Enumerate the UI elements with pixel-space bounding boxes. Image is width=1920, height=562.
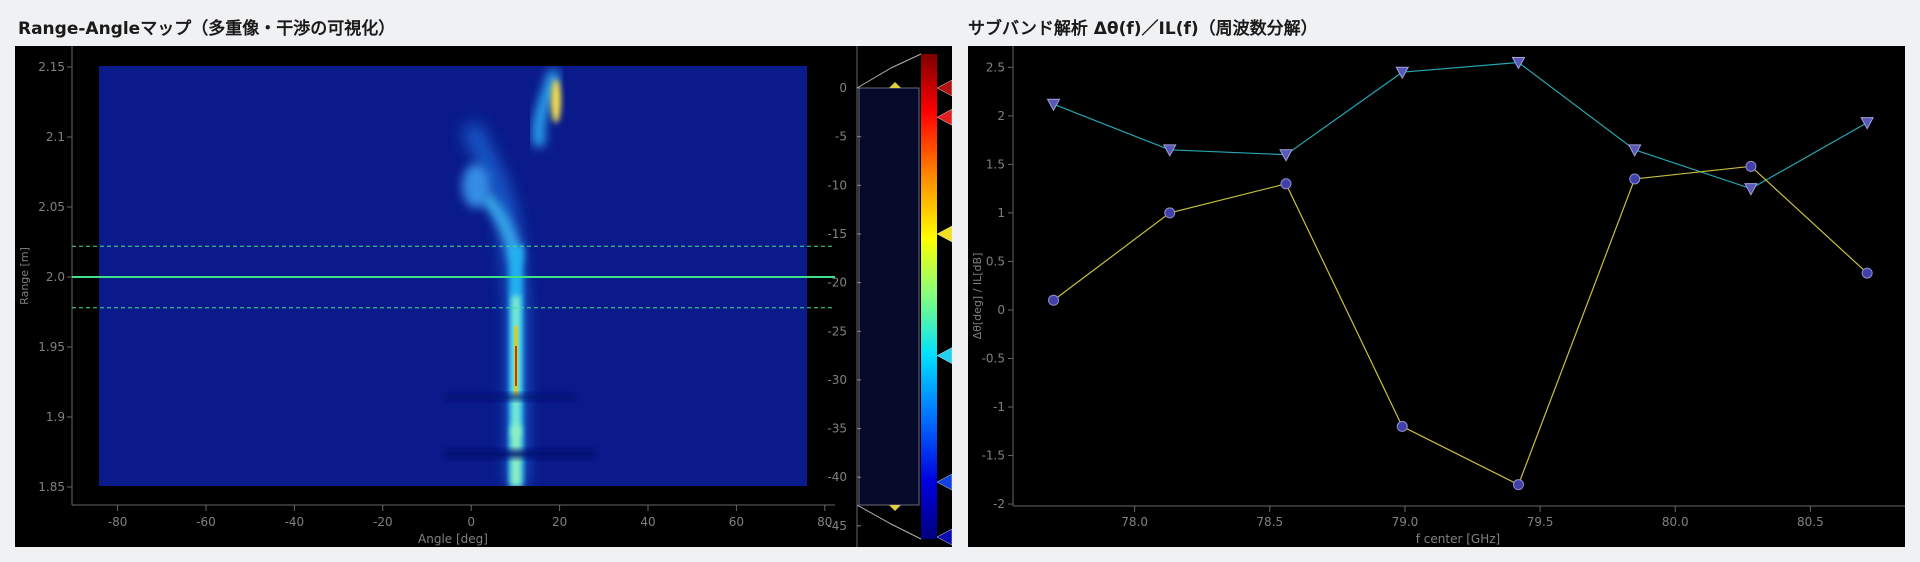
y-tick-label: 2.05: [38, 200, 65, 214]
colorbar-tick-label: -25: [827, 324, 847, 338]
series-2-point: [1280, 178, 1292, 190]
series-1-point: [1744, 183, 1758, 196]
colorbar-marker-handle[interactable]: [936, 225, 952, 243]
y-axis-ticks: 2.15 2.1 2.05 2.0 1.95 1.9 1.85: [38, 60, 72, 494]
colorbar-histogram: [858, 87, 920, 506]
y-tick-label: -1.5: [982, 449, 1005, 463]
x-axis-ticks: -80 -60 -40 -20 0 20 40 60 80: [108, 505, 832, 529]
series-1-line: [1053, 61, 1868, 190]
colorbar-tick-label: -30: [827, 373, 847, 387]
series-1-point: [1046, 98, 1061, 112]
y-tick-label: -1: [993, 400, 1005, 414]
subband-title: サブバンド解析 Δθ(f)／IL(f)（周波数分解）: [968, 19, 1318, 39]
x-tick-label: 0: [467, 515, 475, 529]
y-axis-label: Δθ[deg] / IL[dB]: [971, 253, 984, 340]
y-tick-label: 2.1: [46, 130, 65, 144]
colorbar-marker-handle[interactable]: [936, 473, 952, 491]
y-tick-label: -0.5: [982, 351, 1005, 365]
colorbar-tick-label: -15: [827, 227, 847, 241]
y-tick-label: 1.95: [38, 340, 65, 354]
series-2-line: [1053, 165, 1868, 486]
x-tick-label: 78.0: [1121, 515, 1148, 529]
series-2-point: [1164, 207, 1176, 219]
y-tick-label: 2.15: [38, 60, 65, 74]
series-1-point: [1395, 66, 1410, 80]
colorbar-markers[interactable]: [936, 79, 952, 546]
y-tick-label: 0.5: [986, 254, 1005, 268]
colorbar-tick-label: -45: [827, 519, 847, 533]
colorbar-marker-handle[interactable]: [936, 79, 952, 97]
series-1-point: [1627, 144, 1642, 157]
y-tick-label: 0: [997, 303, 1005, 317]
colorbar-level-handle-bottom[interactable]: [889, 505, 901, 511]
y-tick-label: 1.5: [986, 157, 1005, 171]
y-tick-label: 2: [997, 109, 1005, 123]
x-tick-label: 79.0: [1392, 515, 1419, 529]
range-angle-plot[interactable]: -80 -60 -40 -20 0 20 40 60 80 2.15 2.1 2.05 2.0 1.95…: [15, 46, 952, 547]
y-tick-label: 1: [997, 206, 1005, 220]
x-tick-label: 60: [729, 515, 744, 529]
series-1-point: [1279, 149, 1293, 162]
y-tick-label: 2.5: [986, 60, 1005, 74]
colorbar-tick-label: 0: [839, 81, 847, 95]
colorbar-tick-label: -5: [835, 130, 847, 144]
colorbar-marker-handle[interactable]: [936, 347, 952, 364]
series-2-point: [1629, 173, 1641, 185]
subband-chart[interactable]: 78.0 78.5 79.0 79.5 80.0 80.5 2.5 2 1.5 1 0.5 0 -0.…: [968, 46, 1905, 547]
colorbar-tick-label: -20: [827, 276, 847, 290]
y-tick-label: -2: [993, 497, 1005, 511]
x-tick-label: -80: [108, 515, 128, 529]
x-tick-label: 78.5: [1256, 515, 1283, 529]
colorbar-ticks: 0 -5 -10 -15 -20 -25 -30 -35 -40 -45: [827, 81, 861, 533]
colorbar-tick-label: -35: [827, 422, 847, 436]
series-2-point: [1745, 160, 1757, 172]
colorbar-marker-handle[interactable]: [936, 528, 952, 546]
y-tick-label: 1.85: [38, 480, 65, 494]
x-tick-label: 79.5: [1527, 515, 1554, 529]
y-tick-label: 2.0: [46, 270, 65, 284]
y-axis-label: Range [m]: [18, 247, 31, 305]
colorbar-tick-label: -40: [827, 470, 847, 484]
x-axis-ticks: 78.0 78.5 79.0 79.5 80.0 80.5: [1121, 506, 1824, 529]
x-axis-label: Angle [deg]: [418, 532, 488, 546]
y-axis-ticks: 2.5 2 1.5 1 0.5 0 -0.5 -1 -1.5 -2: [982, 60, 1013, 511]
colorbar-level-handle-top[interactable]: [889, 82, 901, 88]
x-tick-label: 40: [640, 515, 655, 529]
range-angle-title: Range-Angleマップ（多重像・干渉の可視化）: [18, 19, 396, 39]
series-2-point: [1396, 420, 1408, 432]
x-tick-label: 20: [552, 515, 567, 529]
series-1-point: [1860, 117, 1874, 130]
x-tick-label: -20: [373, 515, 393, 529]
x-tick-label: -60: [196, 515, 216, 529]
series-2-point: [1861, 267, 1873, 279]
x-tick-label: 80.0: [1662, 515, 1689, 529]
series-2-point: [1512, 479, 1524, 491]
colorbar-tick-label: -10: [827, 178, 847, 192]
y-tick-label: 1.9: [46, 410, 65, 424]
x-axis-label: f center [GHz]: [1416, 532, 1500, 546]
colorbar-gradient[interactable]: [921, 54, 937, 539]
series-2-point: [1048, 294, 1060, 306]
x-tick-label: -40: [285, 515, 305, 529]
chart-series: [1046, 56, 1874, 491]
x-tick-label: 80.5: [1797, 515, 1824, 529]
colorbar-marker-handle[interactable]: [936, 108, 952, 126]
